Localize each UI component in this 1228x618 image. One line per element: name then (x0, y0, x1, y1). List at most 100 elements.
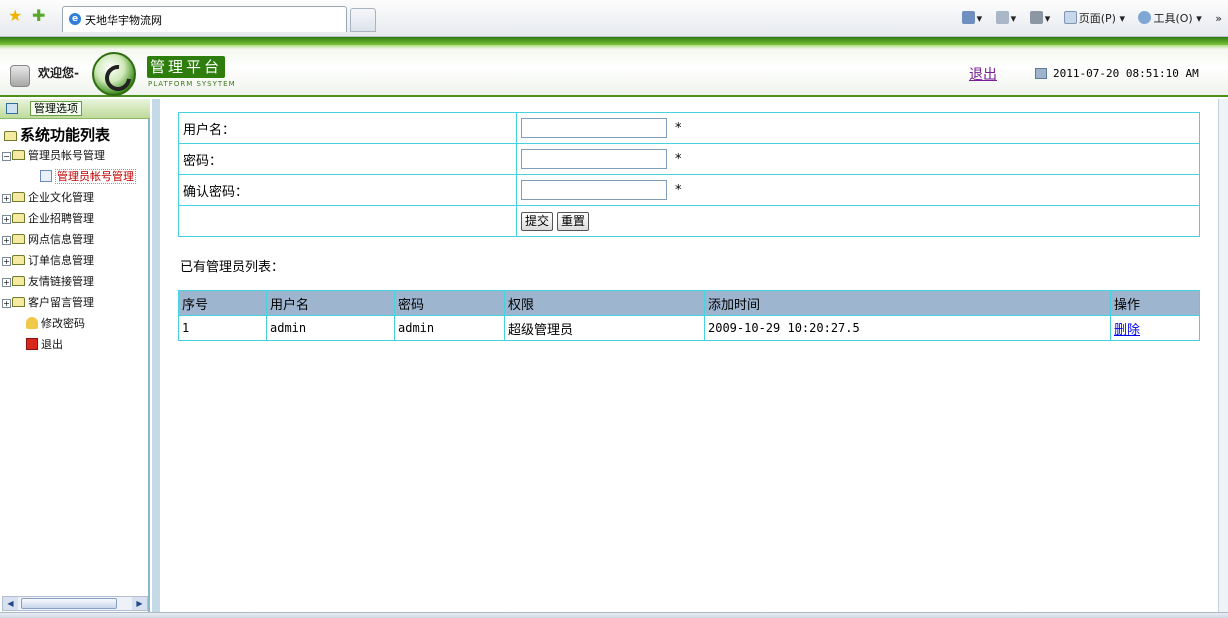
sidebar-item-messages[interactable]: + 客户留言管理 (2, 294, 94, 310)
cell-role: 超级管理员 (504, 315, 705, 341)
expand-icon[interactable]: + (2, 236, 11, 245)
folder-icon (12, 255, 25, 265)
tree-root[interactable]: 系统功能列表 (4, 124, 110, 145)
add-admin-form: 用户名： * 密码： * 确认密码： * 提交 重置 (178, 112, 1200, 237)
folder-icon (12, 297, 25, 307)
admin-list-title: 已有管理员列表： (180, 260, 285, 275)
new-tab-button[interactable] (350, 8, 376, 32)
col-id: 序号 (178, 290, 267, 316)
table-row: 1 admin admin 超级管理员 2009-10-29 10:20:27.… (178, 315, 1200, 341)
platform-subtitle: PLATFORM SYSYTEM (148, 80, 236, 88)
feeds-icon (995, 11, 1009, 24)
sidebar-item-change-password[interactable]: 修改密码 (26, 315, 85, 331)
sidebar-item-exit[interactable]: 退出 (26, 336, 63, 352)
folder-icon (12, 276, 25, 286)
gear-icon (1138, 11, 1152, 24)
more-chevron[interactable]: » (1215, 12, 1222, 25)
expand-icon[interactable]: + (2, 215, 11, 224)
cell-password: admin (394, 315, 505, 341)
cell-username: admin (266, 315, 395, 341)
exit-icon (26, 338, 38, 350)
cell-id: 1 (178, 315, 267, 341)
ie-icon: e (69, 13, 81, 25)
expand-icon[interactable]: + (2, 278, 11, 287)
scroll-right-arrow-icon[interactable]: ▶ (132, 597, 147, 610)
col-added-time: 添加时间 (704, 290, 1111, 316)
folder-icon (12, 234, 25, 244)
collapse-icon[interactable]: − (2, 152, 11, 161)
page-vertical-scrollbar[interactable] (1218, 99, 1228, 612)
cell-added-time: 2009-10-29 10:20:27.5 (704, 315, 1111, 341)
scroll-thumb[interactable] (21, 598, 117, 609)
header-logout-link[interactable]: 退出 (969, 64, 997, 84)
platform-logo-icon (92, 52, 136, 96)
sidebar-item-links[interactable]: + 友情链接管理 (2, 273, 94, 289)
form-row-confirm: 确认密码： * (178, 174, 1200, 206)
page-icon (1063, 11, 1077, 24)
sidebar-item-admin-account[interactable]: − 管理员帐号管理 (2, 147, 105, 163)
col-action: 操作 (1110, 290, 1200, 316)
username-label: 用户名： (178, 112, 517, 144)
required-mark: * (675, 151, 682, 167)
browser-tab[interactable]: e 天地华宇物流网 (62, 6, 347, 32)
expand-icon[interactable]: + (2, 257, 11, 266)
favorites-star-icon[interactable]: ★ (8, 8, 22, 24)
current-datetime: 2011-07-20 08:51:10 AM (1053, 67, 1199, 80)
sidebar-item-admin-account-child[interactable]: 管理员帐号管理 (40, 168, 136, 184)
folder-icon (12, 192, 25, 202)
print-icon (1029, 11, 1043, 24)
col-username: 用户名 (266, 290, 395, 316)
sidebar-header: 管理选项 (0, 99, 150, 119)
folder-icon (12, 150, 25, 160)
table-header-row: 序号 用户名 密码 权限 添加时间 操作 (178, 290, 1200, 316)
page-menu[interactable]: 页面(P) ▾ (1063, 11, 1125, 25)
form-row-username: 用户名： * (178, 112, 1200, 144)
password-label: 密码： (178, 143, 517, 175)
sidebar-horizontal-scrollbar[interactable]: ◀ ▶ (2, 596, 148, 611)
form-row-password: 密码： * (178, 143, 1200, 175)
col-password: 密码 (394, 290, 505, 316)
folder-icon (12, 213, 25, 223)
key-user-icon (26, 317, 38, 329)
main-content: 用户名： * 密码： * 确认密码： * 提交 重置 已有管理员列表： 序号 用户… (152, 99, 1218, 612)
expand-icon[interactable]: + (2, 299, 11, 308)
sidebar-item-recruitment[interactable]: + 企业招聘管理 (2, 210, 94, 226)
form-row-actions: 提交 重置 (178, 205, 1200, 237)
required-mark: * (675, 120, 682, 136)
sidebar: 管理选项 系统功能列表 − 管理员帐号管理 管理员帐号管理 + 企业文化管理 + 企业… (0, 99, 150, 618)
tab-title: 天地华宇物流网 (85, 14, 162, 27)
admin-list-table: 序号 用户名 密码 权限 添加时间 操作 1 admin admin 超级管理员… (178, 290, 1200, 341)
tools-menu[interactable]: 工具(O) ▾ (1138, 11, 1202, 25)
browser-status-bar (0, 612, 1228, 618)
sidebar-header-label[interactable]: 管理选项 (30, 101, 82, 116)
feeds-button[interactable]: ▾ (995, 11, 1016, 25)
folder-open-icon (4, 131, 17, 141)
username-input[interactable] (521, 118, 667, 138)
edit-icon (40, 170, 52, 182)
scroll-left-arrow-icon[interactable]: ◀ (3, 597, 18, 610)
platform-title: 管理平台 (147, 56, 225, 78)
col-role: 权限 (504, 290, 705, 316)
password-input[interactable] (521, 149, 667, 169)
sidebar-item-orders[interactable]: + 订单信息管理 (2, 252, 94, 268)
delete-link[interactable]: 删除 (1114, 323, 1140, 338)
required-mark: * (675, 182, 682, 198)
home-icon (961, 11, 975, 24)
calendar-icon (1035, 68, 1047, 79)
user-icon (10, 65, 30, 87)
sidebar-item-culture[interactable]: + 企业文化管理 (2, 189, 94, 205)
print-button[interactable]: ▾ (1029, 11, 1050, 25)
browser-toolbar: ★ ✚ e 天地华宇物流网 ▾ ▾ ▾ 页面(P) ▾ 工具(O) ▾ » (0, 0, 1228, 37)
header-green-strip (0, 37, 1228, 45)
add-favorites-icon[interactable]: ✚ (32, 8, 45, 24)
submit-button[interactable]: 提交 (521, 211, 554, 231)
home-button[interactable]: ▾ (961, 11, 982, 25)
panel-icon (6, 103, 18, 114)
confirm-password-input[interactable] (521, 180, 667, 200)
expand-icon[interactable]: + (2, 194, 11, 203)
reset-button[interactable]: 重置 (557, 211, 590, 231)
welcome-text: 欢迎您- (38, 66, 79, 80)
sidebar-item-outlets[interactable]: + 网点信息管理 (2, 231, 94, 247)
toolbar-commands: ▾ ▾ ▾ 页面(P) ▾ 工具(O) ▾ » (952, 10, 1222, 26)
confirm-password-label: 确认密码： (178, 174, 517, 206)
